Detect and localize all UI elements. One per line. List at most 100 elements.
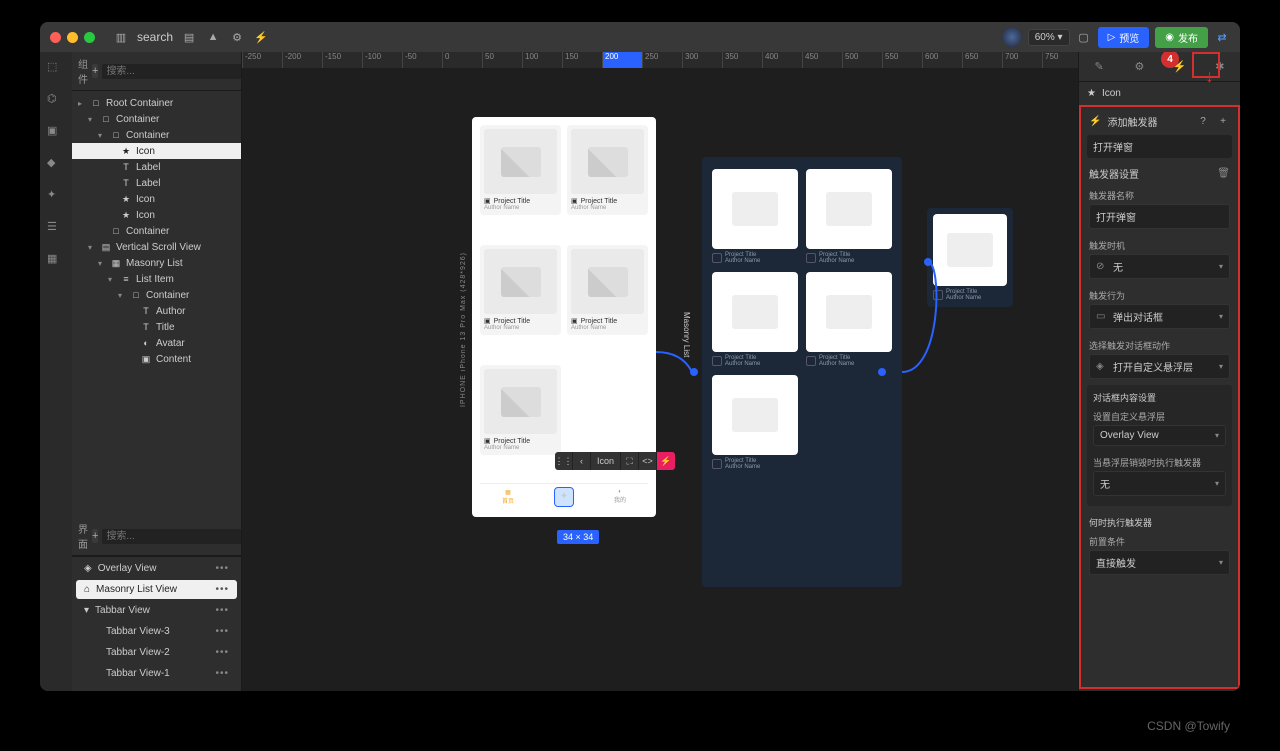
sidebar-toggle-icon[interactable]: ▥ [113, 29, 129, 45]
list-icon[interactable]: ☰ [47, 220, 65, 238]
device-icon[interactable]: ▢ [1076, 29, 1092, 45]
top-toolbar: ▥ search ▤ ▲ ⚙ ⚡ 60% ▾ ▢ ▷ 预览 ◉ 发布 ⇄ [40, 22, 1240, 52]
delete-trigger-button[interactable]: 🗑 [1217, 168, 1230, 179]
tree-item[interactable]: ▸□Root Container [72, 95, 241, 111]
add-component-button[interactable]: + [92, 64, 98, 78]
close-window-button[interactable] [50, 32, 61, 43]
layers-icon[interactable]: ◆ [47, 156, 65, 174]
tree-item[interactable]: ▾▦Masonry List [72, 255, 241, 271]
page-item[interactable]: Tabbar View-2••• [76, 643, 237, 662]
component-tree[interactable]: ▸□Root Container▾□Container▾□Container★I… [72, 91, 241, 517]
publish-button[interactable]: ◉ 发布 [1155, 27, 1208, 48]
back-icon[interactable]: ‹ [573, 452, 591, 470]
dark-card-wrap[interactable]: Project TitleAuthor Name [712, 375, 798, 470]
trigger-behavior-select[interactable]: ▭弹出对话框▾ [1089, 304, 1230, 329]
dark-card-wrap[interactable]: Project TitleAuthor Name [806, 169, 892, 264]
precondition-select[interactable]: 直接触发▾ [1089, 550, 1230, 575]
destroy-trigger-select[interactable]: 无▾ [1093, 471, 1226, 496]
add-trigger-button[interactable]: + [1216, 116, 1230, 127]
tree-item[interactable]: TLabel [72, 159, 241, 175]
help-icon[interactable]: ? [1196, 116, 1210, 127]
tree-item[interactable]: TTitle [72, 319, 241, 335]
share-icon[interactable]: ⚙ [229, 29, 245, 45]
drag-handle-icon[interactable]: ⋮⋮ [555, 452, 573, 470]
bolt-action-icon[interactable]: ⚡ [657, 452, 675, 470]
component-search-input[interactable] [102, 64, 242, 79]
tab-home[interactable]: ▦首页 [499, 488, 517, 506]
card[interactable]: ▣ Project TitleAuthor Name [480, 365, 561, 455]
save-icon[interactable]: ▤ [181, 29, 197, 45]
dark-card-wrap[interactable]: Project TitleAuthor Name [712, 169, 798, 264]
grid-icon[interactable]: ▦ [47, 252, 65, 270]
preview-button[interactable]: ▷ 预览 [1098, 27, 1150, 48]
dark-card-wrap[interactable]: Project TitleAuthor Name [712, 272, 798, 367]
card-author: Author Name [571, 205, 644, 211]
bolt-icon[interactable]: ⚡ [253, 29, 269, 45]
page-search-input[interactable] [102, 529, 242, 544]
page-item[interactable]: ⌂Masonry List View••• [76, 580, 237, 599]
meta-icon [806, 356, 816, 366]
card[interactable]: ▣ Project TitleAuthor Name [567, 125, 648, 215]
tree-item[interactable]: TLabel [72, 175, 241, 191]
dark-card-wrap[interactable]: Project TitleAuthor Name [806, 272, 892, 367]
tab-center[interactable]: ✦ [555, 488, 573, 506]
hierarchy-icon[interactable]: ⌬ [47, 92, 65, 110]
dark-board[interactable]: Project TitleAuthor Name Project TitleAu… [702, 157, 902, 587]
card-image [484, 129, 557, 194]
right-header: ★ Icon [1079, 82, 1240, 106]
panel-icon[interactable]: ▣ [47, 124, 65, 142]
meta-icon [712, 459, 722, 469]
tree-item[interactable]: ▾≡List Item [72, 271, 241, 287]
overlay-card[interactable]: Project TitleAuthor Name [927, 208, 1013, 307]
tree-item[interactable]: □Container [72, 223, 241, 239]
tree-item[interactable]: TAuthor [72, 303, 241, 319]
user-avatar[interactable] [1002, 27, 1022, 47]
dialog-action-select[interactable]: ◈打开自定义悬浮层▾ [1089, 354, 1230, 379]
trigger-name-input[interactable]: 打开弹窗 [1089, 204, 1230, 229]
tree-item[interactable]: ▣Content [72, 351, 241, 367]
page-item[interactable]: Tabbar View-3••• [76, 622, 237, 641]
card[interactable]: ▣ Project TitleAuthor Name [480, 125, 561, 215]
tree-item[interactable]: ▾□Container [72, 287, 241, 303]
tree-item[interactable]: ◐Avatar [72, 335, 241, 351]
card[interactable]: ▣ Project TitleAuthor Name [480, 245, 561, 335]
window-controls [50, 32, 95, 43]
tree-item[interactable]: ★Icon [72, 143, 241, 159]
page-item[interactable]: ◈Overlay View••• [76, 559, 237, 578]
code-icon[interactable]: <> [639, 452, 657, 470]
add-page-button[interactable]: + [92, 529, 98, 543]
dark-meta: Project TitleAuthor Name [712, 355, 798, 367]
pages-list[interactable]: ◈Overlay View••• ⌂Masonry List View••• ▾Ta… [72, 556, 241, 691]
card[interactable]: ▣ Project TitleAuthor Name [567, 245, 648, 335]
settings-tab-icon[interactable]: ⚙ [1129, 57, 1149, 77]
card-title: ▣ Project Title [571, 317, 644, 325]
page-item[interactable]: Tabbar View-1••• [76, 664, 237, 683]
meta-icon [712, 356, 722, 366]
trigger-item[interactable]: 打开弹窗 [1087, 135, 1232, 158]
tab-me[interactable]: ◐我的 [611, 488, 629, 506]
overlay-select[interactable]: Overlay View▾ [1093, 425, 1226, 446]
settings-icon[interactable]: ⇄ [1214, 29, 1230, 45]
tree-item[interactable]: ▾▤Vertical Scroll View [72, 239, 241, 255]
tree-item[interactable]: ▾□Container [72, 127, 241, 143]
expand-icon[interactable]: ⛶ [621, 452, 639, 470]
selection-toolbar[interactable]: ⋮⋮ ‹ Icon ⛶ <> ⚡ [555, 452, 675, 470]
page-item[interactable]: ▾Tabbar View••• [76, 601, 237, 620]
filter-icon[interactable]: ▲ [205, 29, 221, 45]
canvas[interactable]: -250-200-150-100-50050100150200250300350… [242, 52, 1078, 691]
dark-card [806, 272, 892, 352]
tree-item[interactable]: ▾□Container [72, 111, 241, 127]
dark-card [806, 169, 892, 249]
selected-element-name: Icon [1102, 88, 1121, 99]
card-author: Author Name [484, 325, 557, 331]
maximize-window-button[interactable] [84, 32, 95, 43]
watermark: CSDN @Towify [1147, 719, 1230, 733]
minimize-window-button[interactable] [67, 32, 78, 43]
brush-icon[interactable]: ✎ [1089, 57, 1109, 77]
tree-item[interactable]: ★Icon [72, 191, 241, 207]
zoom-select[interactable]: 60% ▾ [1028, 29, 1070, 46]
trigger-timing-select[interactable]: ⊘无▾ [1089, 254, 1230, 279]
pin-icon[interactable]: ✦ [47, 188, 65, 206]
cube-icon[interactable]: ⬚ [47, 60, 65, 78]
tree-item[interactable]: ★Icon [72, 207, 241, 223]
